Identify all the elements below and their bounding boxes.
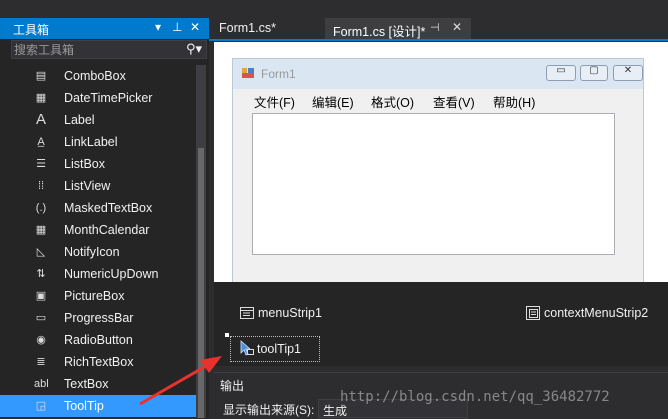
tray-contextmenustrip-label: contextMenuStrip2 [544,306,649,320]
toolbox-pin-icon[interactable]: ⊥ [172,20,182,34]
document-tab-strip: Form1.cs* Form1.cs [设计]* ⊣ ✕ [209,18,668,39]
toolbox-item-notifyicon[interactable]: ◺ NotifyIcon [0,241,196,263]
form1-window[interactable]: Form1 ▭ ▢ ✕ 文件(F) 编辑(E) 格式(O) 查看(V) 帮助(H… [232,58,644,282]
toolbox-header: 工具箱 ▾ ⊥ ✕ [0,18,209,39]
label-icon: A [35,111,46,128]
numericupdown-icon: ⇅ [36,268,46,280]
contextmenustrip-icon [526,306,540,320]
menu-view[interactable]: 查看(V) [433,92,475,111]
menu-help[interactable]: 帮助(H) [493,92,535,111]
menu-edit[interactable]: 编辑(E) [312,92,354,111]
toolbox-item-datetimepicker[interactable]: ▦ DateTimePicker [0,87,196,109]
form-title: Form1 [261,67,296,81]
toolbox-title: 工具箱 [13,23,50,37]
toolbox-item-label: RadioButton [64,333,133,347]
menu-file[interactable]: 文件(F) [254,92,295,111]
tooltip-icon [240,340,254,356]
datetimepicker-icon: ▦ [35,92,47,104]
maskedtextbox-icon: (.) [35,202,47,214]
toolbox-item-radiobutton[interactable]: ◉ RadioButton [0,329,196,351]
combobox-icon: ▤ [35,70,47,82]
component-tray: menuStrip1 contextMenuStrip2 toolTip1 [214,282,668,366]
active-tab-underline [209,39,668,41]
toolbox-search-box[interactable]: ⚲▾ [11,40,207,59]
monthcalendar-icon: ▦ [35,224,47,236]
tray-menustrip-label: menuStrip1 [258,306,322,320]
picturebox-icon: ▣ [35,290,47,302]
toolbox-item-monthcalendar[interactable]: ▦ MonthCalendar [0,219,196,241]
toolbox-dropdown-icon[interactable]: ▾ [155,20,161,34]
tab-pin-icon[interactable]: ⊣ [430,21,440,34]
toolbox-item-picturebox[interactable]: ▣ PictureBox [0,285,196,307]
close-icon: ✕ [623,65,633,76]
form-rich-textbox[interactable] [252,113,615,255]
notifyicon-icon: ◺ [36,246,46,258]
toolbox-item-label: Label [64,113,95,127]
toolbox-item-listview[interactable]: ⁞⁞ ListView [0,175,196,197]
toolbox-item-textbox[interactable]: abl TextBox [0,373,196,395]
tray-tooltip-label: toolTip1 [257,342,302,356]
toolbox-item-label: MaskedTextBox [64,201,153,215]
ide-toolbar-strip [0,0,668,8]
toolbox-item-label: TextBox [64,377,109,391]
toolbox-item-linklabel[interactable]: A̲ LinkLabel [0,131,196,153]
toolbox-item-tooltip[interactable]: ◲ ToolTip [0,395,196,417]
toolbox-search-input[interactable] [14,42,174,57]
toolbox-item-label: ProgressBar [64,311,134,325]
form-menu-strip: 文件(F) 编辑(E) 格式(O) 查看(V) 帮助(H) [241,89,639,111]
toolbox-item-label: LinkLabel [64,135,118,149]
toolbox-item-numericupdown[interactable]: ⇅ NumericUpDown [0,263,196,285]
tooltip-icon: ◲ [35,400,47,412]
toolbox-panel: 工具箱 ▾ ⊥ ✕ ⚲▾ ▤ ComboBox ▦ DateTimePicker A La… [0,18,209,418]
listbox-icon: ☰ [36,158,46,170]
tab-label: Form1.cs [设计]* [333,25,426,39]
toolbox-item-progressbar[interactable]: ▭ ProgressBar [0,307,196,329]
tab-form1-cs[interactable]: Form1.cs* [211,18,317,39]
output-source-label: 显示输出来源(S): [223,403,315,417]
selection-handle[interactable] [225,333,229,337]
richtextbox-icon: ≣ [36,356,46,368]
listview-icon: ⁞⁞ [37,180,45,192]
toolbox-item-label[interactable]: A Label [0,109,196,131]
toolbox-item-maskedtextbox[interactable]: (.) MaskedTextBox [0,197,196,219]
radiobutton-icon: ◉ [36,334,46,346]
linklabel-icon: A̲ [37,136,45,148]
toolbox-item-label: ComboBox [64,69,126,83]
toolbox-item-label: RichTextBox [64,355,134,369]
toolbox-item-label: MonthCalendar [64,223,150,237]
tab-close-icon[interactable]: ✕ [452,20,462,34]
maximize-icon: ▢ [589,65,599,76]
toolbox-scrollbar-thumb[interactable] [198,148,204,418]
toolbox-item-richtextbox[interactable]: ≣ RichTextBox [0,351,196,373]
toolbox-item-combobox[interactable]: ▤ ComboBox [0,65,196,87]
minimize-icon: ▭ [556,65,566,76]
toolbox-item-label: NumericUpDown [64,267,159,281]
form-close-button[interactable]: ✕ [613,65,643,81]
form-app-icon [242,68,254,78]
output-title: 输出 [220,379,245,393]
form-titlebar[interactable]: Form1 ▭ ▢ ✕ [233,59,643,89]
search-icon[interactable]: ⚲▾ [186,41,202,57]
toolbox-item-label: NotifyIcon [64,245,120,259]
toolbox-item-label: ListBox [64,157,105,171]
progressbar-icon: ▭ [35,312,47,324]
form-minimize-button[interactable]: ▭ [546,65,576,81]
tab-label: Form1.cs* [219,21,276,35]
toolbox-item-label: ToolTip [64,399,104,413]
toolbox-item-listbox[interactable]: ☰ ListBox [0,153,196,175]
toolbox-item-label: DateTimePicker [64,91,153,105]
textbox-icon: abl [34,378,49,390]
form-maximize-button[interactable]: ▢ [580,65,608,81]
watermark-text: http://blog.csdn.net/qq_36482772 [340,389,610,405]
menustrip-icon [240,307,254,319]
toolbox-close-icon[interactable]: ✕ [190,20,200,34]
tab-form1-designer[interactable]: Form1.cs [设计]* ⊣ ✕ [325,18,471,39]
menu-format[interactable]: 格式(O) [371,92,414,111]
toolbox-item-label: ListView [64,179,111,193]
tray-tooltip-component[interactable]: toolTip1 [230,336,320,362]
toolbox-item-label: PictureBox [64,289,125,303]
